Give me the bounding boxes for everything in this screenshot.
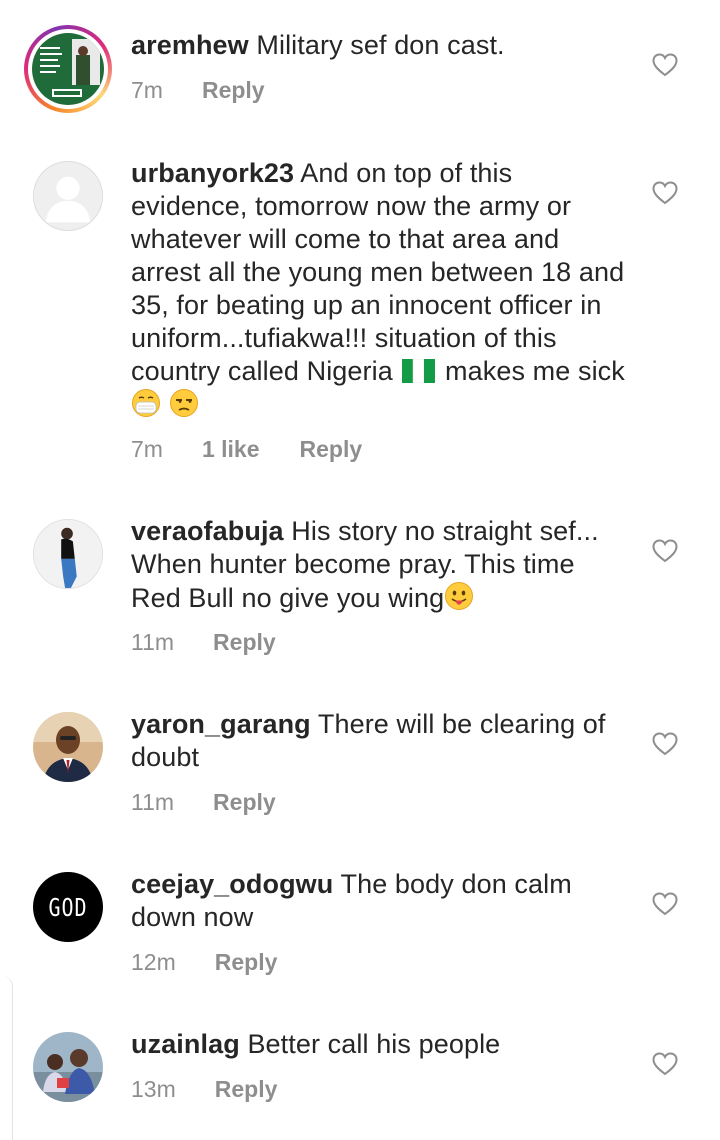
timestamp: 12m <box>131 949 176 975</box>
heart-icon[interactable] <box>652 181 678 205</box>
timestamp: 11m <box>131 629 175 655</box>
heart-icon[interactable] <box>652 539 678 563</box>
comment-meta: 7m 1 like Reply <box>131 436 362 463</box>
comment-text: aremhew Military sef don cast. <box>131 29 631 62</box>
avatar[interactable] <box>24 25 112 113</box>
comment-text: yaron_garang There will be clearing of d… <box>131 708 631 774</box>
comment-text: veraofabuja His story no straight sef...… <box>131 515 631 615</box>
heart-icon[interactable] <box>652 53 678 77</box>
comment-text: uzainlag Better call his people <box>131 1028 631 1061</box>
reply-button[interactable]: Reply <box>202 77 265 104</box>
likes-count[interactable]: 1 like <box>202 436 260 463</box>
timestamp: 7m <box>131 77 163 103</box>
reply-button[interactable]: Reply <box>213 629 276 656</box>
username[interactable]: urbanyork23 <box>131 158 294 188</box>
timestamp: 13m <box>131 1076 176 1102</box>
reply-button[interactable]: Reply <box>213 789 276 816</box>
comment-meta: 7m Reply <box>131 77 265 104</box>
nigeria-flag-icon <box>402 359 436 383</box>
reply-button[interactable]: Reply <box>300 436 363 463</box>
avatar[interactable]: GOD <box>33 872 103 942</box>
username[interactable]: veraofabuja <box>131 516 284 546</box>
comment-meta: 12m Reply <box>131 949 277 976</box>
comment-meta: 13m Reply <box>131 1076 277 1103</box>
comment-body: And on top of this evidence, tomorrow no… <box>131 158 625 386</box>
timestamp: 7m <box>131 436 163 462</box>
comment-body: Military sef don cast. <box>256 30 505 60</box>
reply-button[interactable]: Reply <box>215 1076 278 1103</box>
avatar[interactable] <box>33 161 103 231</box>
username[interactable]: uzainlag <box>131 1029 240 1059</box>
username[interactable]: aremhew <box>131 30 249 60</box>
comment-body: Better call his people <box>247 1029 501 1059</box>
mask-face-icon <box>132 389 160 417</box>
comment-text: urbanyork23 And on top of this evidence,… <box>131 157 631 422</box>
heart-icon[interactable] <box>652 892 678 916</box>
avatar[interactable] <box>33 519 103 589</box>
timestamp: 11m <box>131 789 175 815</box>
comment-meta: 11m Reply <box>131 629 276 656</box>
heart-icon[interactable] <box>652 732 678 756</box>
unamused-face-icon <box>169 389 198 417</box>
username[interactable]: ceejay_odogwu <box>131 869 333 899</box>
reply-button[interactable]: Reply <box>215 949 278 976</box>
heart-icon[interactable] <box>652 1052 678 1076</box>
username[interactable]: yaron_garang <box>131 709 311 739</box>
avatar[interactable] <box>33 1032 103 1102</box>
avatar[interactable] <box>33 712 103 782</box>
panel-edge <box>0 975 13 1140</box>
comment-body-end: makes me sick <box>445 356 625 386</box>
comment-meta: 11m Reply <box>131 789 276 816</box>
tongue-face-icon <box>445 582 474 610</box>
avatar-text: GOD <box>48 892 88 922</box>
comment-text: ceejay_odogwu The body don calm down now <box>131 868 631 934</box>
